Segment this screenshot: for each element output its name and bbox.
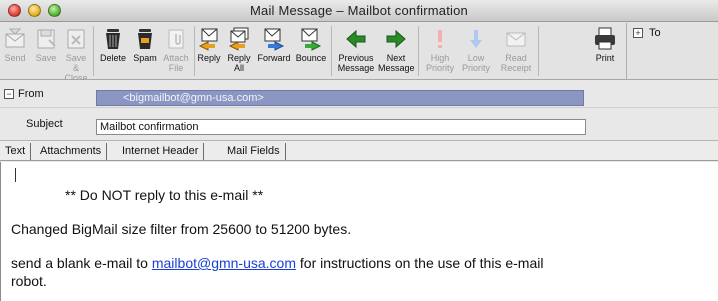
- attach-icon: [168, 29, 184, 49]
- read-receipt-icon: [506, 32, 526, 47]
- recipients-panel: + To: [626, 23, 718, 79]
- previous-message-button[interactable]: Previous Message: [336, 24, 376, 78]
- bounce-button[interactable]: Bounce: [294, 24, 328, 78]
- tab-text[interactable]: Text: [0, 143, 32, 160]
- tab-mail-fields[interactable]: Mail Fields: [222, 143, 286, 160]
- save-button[interactable]: Save: [32, 24, 60, 78]
- reply-all-button[interactable]: Reply All: [224, 24, 254, 78]
- text-cursor: [15, 168, 16, 182]
- print-button[interactable]: Print: [590, 24, 620, 78]
- reply-button[interactable]: Reply: [196, 24, 222, 78]
- toolbar-separator: [194, 26, 195, 76]
- toolbar: Send Save Save & Close Delete Spam Attac…: [0, 22, 718, 83]
- bounce-icon: [301, 28, 322, 51]
- subject-field[interactable]: Mailbot confirmation: [96, 119, 586, 135]
- spam-button[interactable]: Spam: [130, 24, 160, 78]
- toolbar-separator: [93, 26, 94, 76]
- body-text: for instructions on the use of this e-ma…: [296, 255, 544, 271]
- to-label: To: [649, 27, 661, 39]
- body-line: robot.: [11, 273, 47, 289]
- forward-icon: [264, 28, 285, 51]
- delete-button[interactable]: Delete: [96, 24, 130, 78]
- body-line: Changed BigMail size filter from 25600 t…: [11, 221, 352, 237]
- body-text: send a blank e-mail to: [11, 255, 152, 271]
- expand-to-icon[interactable]: +: [633, 28, 643, 39]
- reply-all-icon: [228, 27, 249, 51]
- collapse-from-icon[interactable]: −: [4, 89, 14, 99]
- low-priority-icon: [470, 30, 482, 48]
- subject-label: Subject: [26, 118, 63, 130]
- save-close-button[interactable]: Save & Close: [62, 24, 90, 83]
- attach-file-button[interactable]: Attach File: [160, 24, 192, 78]
- toolbar-separator: [418, 26, 419, 76]
- send-icon: [5, 28, 25, 48]
- next-message-button[interactable]: Next Message: [378, 24, 415, 78]
- tab-internet-header[interactable]: Internet Header: [117, 143, 205, 160]
- tab-attachments[interactable]: Attachments: [35, 143, 108, 160]
- title-bar: Mail Message – Mailbot confirmation: [0, 0, 718, 22]
- body-line: send a blank e-mail to mailbot@gmn-usa.c…: [11, 255, 543, 271]
- message-body[interactable]: ** Do NOT reply to this e-mail ** Change…: [0, 162, 718, 301]
- printer-icon: [595, 27, 615, 50]
- toolbar-separator: [538, 26, 539, 76]
- from-label: From: [18, 88, 44, 100]
- reply-icon: [198, 28, 218, 51]
- toolbar-separator: [331, 26, 332, 76]
- message-tabs: Text Attachments Internet Header Mail Fi…: [0, 140, 718, 161]
- save-close-icon: [67, 29, 85, 49]
- low-priority-button[interactable]: Low Priority: [458, 24, 494, 78]
- arrow-right-icon: [386, 29, 406, 49]
- email-link[interactable]: mailbot@gmn-usa.com: [152, 255, 296, 271]
- arrow-left-icon: [346, 29, 366, 49]
- spam-trash-icon: [138, 29, 152, 49]
- from-row: − From <bigmailbot@gmn-usa.com>: [0, 84, 718, 108]
- to-row[interactable]: + To: [633, 27, 661, 39]
- high-priority-button[interactable]: High Priority: [422, 24, 458, 78]
- trash-icon: [106, 29, 120, 49]
- send-button[interactable]: Send: [2, 24, 28, 78]
- save-icon: [37, 29, 56, 49]
- body-line: ** Do NOT reply to this e-mail **: [65, 187, 264, 203]
- high-priority-icon: [438, 30, 442, 48]
- from-field[interactable]: <bigmailbot@gmn-usa.com>: [96, 90, 584, 106]
- read-receipt-button[interactable]: Read Receipt: [496, 24, 536, 78]
- window-title: Mail Message – Mailbot confirmation: [250, 3, 468, 18]
- message-header: − From <bigmailbot@gmn-usa.com> Subject …: [0, 80, 718, 139]
- forward-button[interactable]: Forward: [256, 24, 292, 78]
